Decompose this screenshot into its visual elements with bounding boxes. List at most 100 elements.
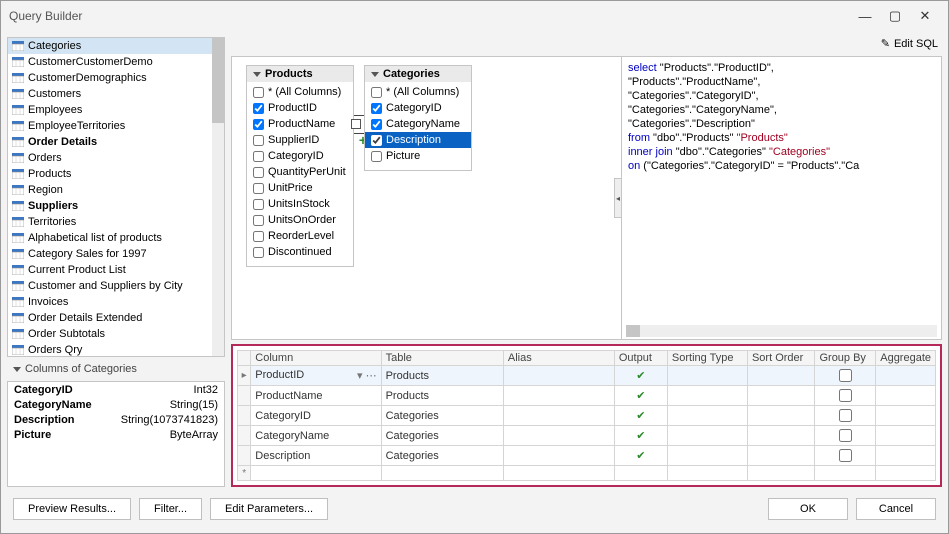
tree-item[interactable]: CustomerDemographics (8, 70, 224, 86)
field-checkbox[interactable] (371, 119, 382, 130)
table-card-products[interactable]: Products * (All Columns)ProductIDProduct… (246, 65, 354, 267)
query-designer[interactable]: Products * (All Columns)ProductIDProduct… (231, 56, 622, 340)
field-row[interactable]: * (All Columns) (365, 84, 471, 100)
cell-sort-order[interactable] (747, 446, 815, 466)
field-row[interactable]: UnitsInStock (247, 196, 353, 212)
cell-group-by[interactable] (815, 426, 876, 446)
cell-sorting-type[interactable] (667, 426, 747, 446)
field-row[interactable]: CategoryID (247, 148, 353, 164)
tree-scrollbar[interactable] (212, 38, 224, 356)
tree-item[interactable]: Customers (8, 86, 224, 102)
preview-results-button[interactable]: Preview Results... (13, 498, 131, 520)
field-row[interactable]: ProductName (247, 116, 353, 132)
col-header-group-by[interactable]: Group By (815, 351, 876, 366)
cell-sort-order[interactable] (747, 426, 815, 446)
cell-group-by[interactable] (815, 406, 876, 426)
cell-aggregate[interactable] (876, 446, 936, 466)
filter-button[interactable]: Filter... (139, 498, 202, 520)
cell-alias[interactable] (503, 466, 614, 481)
cell-column[interactable]: Description (251, 446, 381, 466)
tree-item[interactable]: Alphabetical list of products (8, 230, 224, 246)
field-checkbox[interactable] (253, 135, 264, 146)
cell-aggregate[interactable] (876, 426, 936, 446)
field-row[interactable]: QuantityPerUnit (247, 164, 353, 180)
table-card-categories[interactable]: Categories * (All Columns)CategoryIDCate… (364, 65, 472, 171)
cell-sorting-type[interactable] (667, 366, 747, 386)
cell-column[interactable]: ProductID▾ ⋯ (251, 366, 381, 386)
col-header-sort-order[interactable]: Sort Order (747, 351, 815, 366)
cell-alias[interactable] (503, 386, 614, 406)
cell-alias[interactable] (503, 406, 614, 426)
grid-row[interactable]: ProductNameProducts ✔ (238, 386, 936, 406)
tree-item[interactable]: Category Sales for 1997 (8, 246, 224, 262)
cell-table[interactable]: Products (381, 366, 503, 386)
close-button[interactable]: ✕ (910, 8, 940, 24)
ok-button[interactable]: OK (768, 498, 848, 520)
field-checkbox[interactable] (253, 231, 264, 242)
cell-column[interactable] (251, 466, 381, 481)
tree-item[interactable]: Current Product List (8, 262, 224, 278)
field-checkbox[interactable] (253, 87, 264, 98)
cell-output[interactable]: ✔ (614, 426, 667, 446)
field-checkbox[interactable] (253, 167, 264, 178)
join-node[interactable] (351, 119, 361, 129)
cell-aggregate[interactable] (876, 366, 936, 386)
tree-item[interactable]: Order Details Extended (8, 310, 224, 326)
cell-sort-order[interactable] (747, 466, 815, 481)
cell-output[interactable]: ✔ (614, 366, 667, 386)
field-checkbox[interactable] (253, 199, 264, 210)
cell-sorting-type[interactable] (667, 446, 747, 466)
cell-dropdown-icon[interactable]: ▾ ⋯ (357, 369, 377, 382)
tree-item[interactable]: Products (8, 166, 224, 182)
cell-output[interactable]: ✔ (614, 386, 667, 406)
cell-sorting-type[interactable] (667, 466, 747, 481)
cell-alias[interactable] (503, 426, 614, 446)
col-header-column[interactable]: Column (251, 351, 381, 366)
col-header-table[interactable]: Table (381, 351, 503, 366)
field-row[interactable]: Picture (365, 148, 471, 164)
tree-item[interactable]: Territories (8, 214, 224, 230)
cell-aggregate[interactable] (876, 386, 936, 406)
field-row[interactable]: Discontinued (247, 244, 353, 260)
cell-column[interactable]: ProductName (251, 386, 381, 406)
tree-item[interactable]: CustomerCustomerDemo (8, 54, 224, 70)
tree-item[interactable]: Order Subtotals (8, 326, 224, 342)
cell-table[interactable] (381, 466, 503, 481)
field-checkbox[interactable] (371, 87, 382, 98)
field-checkbox[interactable] (371, 151, 382, 162)
col-header-alias[interactable]: Alias (503, 351, 614, 366)
field-row[interactable]: UnitsOnOrder (247, 212, 353, 228)
output-grid[interactable]: Column Table Alias Output Sorting Type S… (231, 344, 942, 487)
tree-item[interactable]: Orders (8, 150, 224, 166)
cell-group-by[interactable] (815, 446, 876, 466)
edit-parameters-button[interactable]: Edit Parameters... (210, 498, 328, 520)
field-row[interactable]: CategoryID (365, 100, 471, 116)
tree-item[interactable]: Suppliers (8, 198, 224, 214)
sql-hscrollbar[interactable] (626, 325, 937, 337)
field-row[interactable]: UnitPrice (247, 180, 353, 196)
grid-row[interactable]: DescriptionCategories✔ (238, 446, 936, 466)
cell-aggregate[interactable] (876, 466, 936, 481)
cell-sort-order[interactable] (747, 366, 815, 386)
field-row[interactable]: SupplierID+ (247, 132, 353, 148)
cell-alias[interactable] (503, 366, 614, 386)
field-checkbox[interactable] (253, 183, 264, 194)
cell-group-by[interactable] (815, 466, 876, 481)
tables-tree[interactable]: CategoriesCustomerCustomerDemoCustomerDe… (7, 37, 225, 357)
cell-sorting-type[interactable] (667, 406, 747, 426)
cell-table[interactable]: Categories (381, 426, 503, 446)
minimize-button[interactable]: — (850, 9, 880, 24)
cell-table[interactable]: Categories (381, 406, 503, 426)
field-checkbox[interactable] (253, 247, 264, 258)
field-row[interactable]: ReorderLevel (247, 228, 353, 244)
tree-item[interactable]: Employees (8, 102, 224, 118)
columns-section-header[interactable]: Columns of Categories (7, 361, 225, 377)
cell-group-by[interactable] (815, 366, 876, 386)
field-row[interactable]: ProductID (247, 100, 353, 116)
field-checkbox[interactable] (371, 135, 382, 146)
field-row[interactable]: CategoryName (365, 116, 471, 132)
edit-sql-button[interactable]: ✎ Edit SQL (881, 37, 938, 50)
col-header-aggregate[interactable]: Aggregate (876, 351, 936, 366)
grid-row[interactable]: * (238, 466, 936, 481)
cell-table[interactable]: Products (381, 386, 503, 406)
